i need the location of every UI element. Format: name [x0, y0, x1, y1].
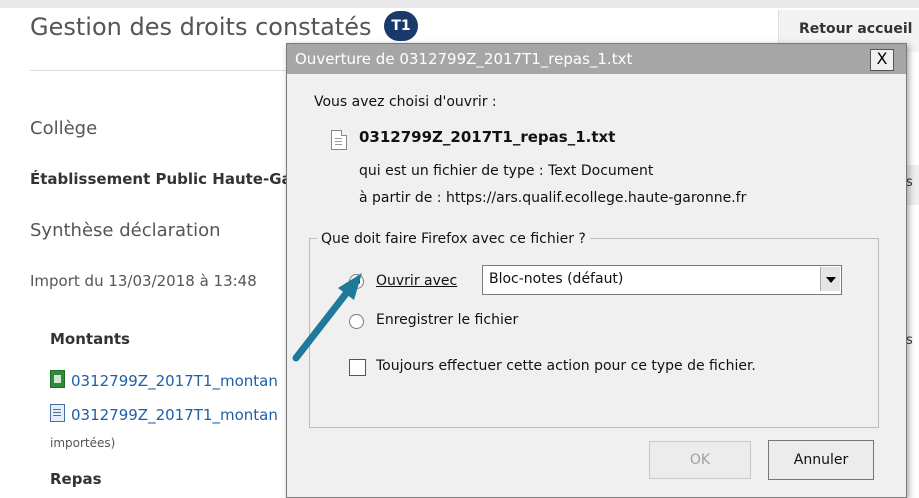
open-with-text: Ouvrir avec [376, 273, 458, 289]
open-with-radio[interactable] [349, 274, 364, 289]
always-do-text: Toujours effectuer cette action pour ce … [376, 358, 756, 374]
cancel-button[interactable]: Annuler [768, 440, 874, 480]
file-link-text: 0312799Z_2017T1_montan [71, 406, 278, 424]
retour-accueil-label: Retour accueil [799, 21, 913, 37]
text-file-icon [50, 404, 65, 422]
college-label: Collège [30, 118, 98, 139]
save-file-text: Enregistrer le fichier [376, 312, 519, 328]
file-open-dialog: Ouverture de 0312799Z_2017T1_repas_1.txt… [286, 43, 907, 498]
period-badge: T1 [384, 11, 418, 41]
file-type-line: qui est un fichier de type : Text Docume… [359, 163, 654, 179]
etablissement-name: Établissement Public Haute-Ga [30, 170, 292, 188]
save-file-radio[interactable] [349, 314, 364, 329]
file-source-line: à partir de : https://ars.qualif.ecolleg… [359, 190, 747, 206]
top-strip [0, 0, 919, 8]
save-file-label[interactable]: Enregistrer le fichier [376, 312, 518, 328]
right-text-fragment: s [906, 333, 913, 348]
ok-button[interactable]: OK [649, 441, 751, 479]
montants-heading: Montants [50, 330, 130, 348]
synthese-heading: Synthèse déclaration [30, 220, 221, 241]
spreadsheet-file-icon [50, 370, 65, 388]
chevron-down-icon[interactable] [820, 267, 840, 291]
repas-heading: Repas [50, 470, 102, 488]
right-text-fragment: s [906, 175, 913, 190]
application-select[interactable]: Bloc-notes (défaut) [482, 265, 842, 295]
dialog-file-name: 0312799Z_2017T1_repas_1.txt [359, 128, 616, 146]
dialog-intro: Vous avez choisi d'ouvrir : [314, 94, 497, 110]
open-with-label[interactable]: Ouvrir avec [376, 273, 457, 289]
file-link-text: 0312799Z_2017T1_montan [71, 372, 278, 390]
dialog-title: Ouverture de 0312799Z_2017T1_repas_1.txt [295, 50, 633, 68]
always-do-label[interactable]: Toujours effectuer cette action pour ce … [376, 358, 756, 374]
montants-file-link-1[interactable]: 0312799Z_2017T1_montan [50, 370, 278, 390]
montants-file-link-2[interactable]: 0312799Z_2017T1_montan [50, 404, 278, 424]
action-question: Que doit faire Firefox avec ce fichier ? [317, 231, 590, 247]
page-title: Gestion des droits constatés [30, 13, 372, 41]
text-file-icon [331, 130, 347, 150]
dialog-titlebar[interactable]: Ouverture de 0312799Z_2017T1_repas_1.txt… [287, 44, 906, 74]
application-select-value: Bloc-notes (défaut) [489, 271, 624, 287]
redacted-area [105, 112, 285, 136]
always-do-checkbox[interactable] [349, 359, 366, 376]
import-date: Import du 13/03/2018 à 13:48 [30, 272, 257, 290]
close-icon[interactable]: X [870, 49, 894, 71]
importees-note: importées) [50, 436, 116, 450]
